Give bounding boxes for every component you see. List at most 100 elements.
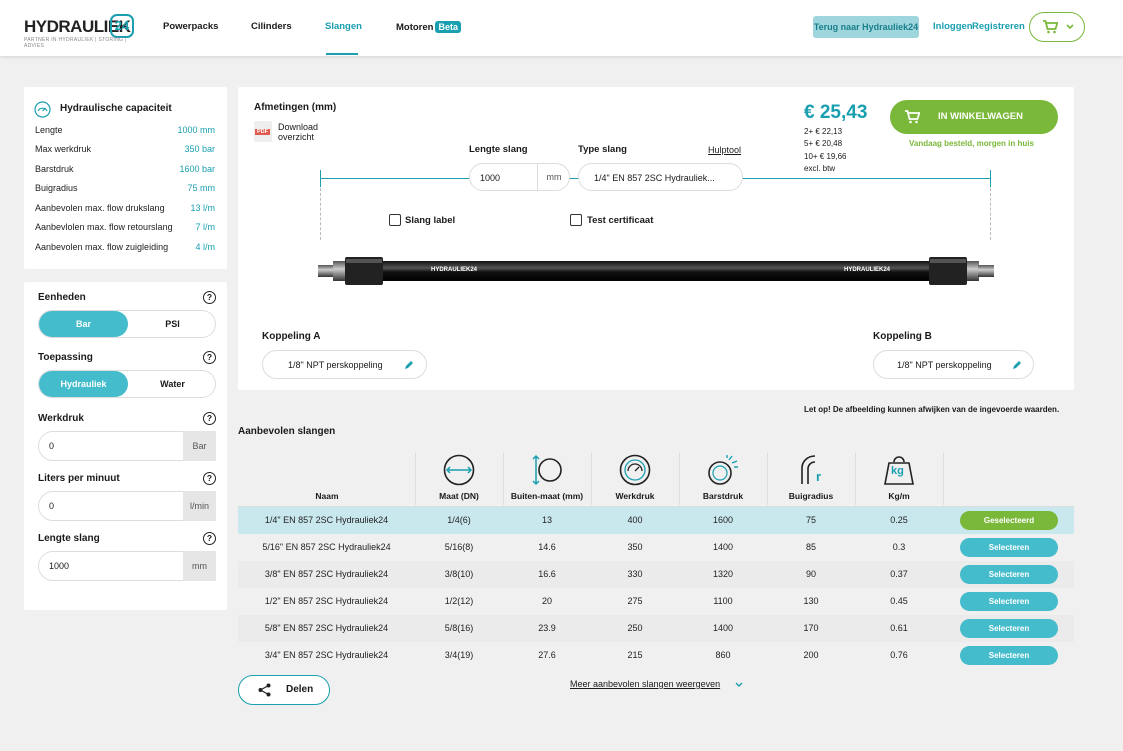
hose-type-label: Type slang: [578, 144, 627, 155]
capacity-row: Aanbevlolen max. flow retourslang 7 l/m: [35, 222, 215, 232]
price-tier: 2+ € 22,13: [804, 127, 843, 136]
nav-powerpacks[interactable]: Powerpacks: [163, 21, 218, 32]
help-icon[interactable]: ?: [203, 291, 216, 304]
disclaimer: Let op! De afbeelding kunnen afwijken va…: [804, 405, 1060, 414]
pressure-gauge-icon: [619, 454, 651, 486]
hose-length-label: Lengte slang: [469, 144, 528, 155]
table-row[interactable]: 1/4" EN 857 2SC Hydrauliek24 1/4(6) 13 4…: [238, 507, 1074, 534]
test-certificate-checkbox[interactable]: [570, 214, 582, 226]
coupling-a-label: Koppeling A: [262, 331, 321, 342]
column-header-outer-size[interactable]: Buiten-maat (mm): [503, 491, 591, 501]
selected-button[interactable]: Geselecteerd: [960, 511, 1058, 530]
cell-size: 3/8(10): [444, 569, 474, 579]
nav-motoren[interactable]: Motoren Beta: [396, 21, 461, 33]
cell-burst-pressure: 1320: [712, 569, 734, 579]
chevron-down-icon: [1066, 24, 1074, 30]
column-header-burst-pressure[interactable]: Barstdruk: [679, 491, 767, 501]
hose-label-checkbox[interactable]: [389, 214, 401, 226]
dimension-guide-left: [320, 188, 321, 240]
share-button[interactable]: Delen: [238, 675, 330, 705]
pencil-icon[interactable]: [404, 360, 414, 370]
register-link[interactable]: Registreren: [972, 21, 1025, 32]
help-icon[interactable]: ?: [203, 412, 216, 425]
flow-input[interactable]: 0 l/min: [38, 491, 216, 521]
cell-weight: 0.3: [892, 542, 906, 552]
hose-image: [318, 257, 994, 285]
length-input[interactable]: 1000 mm: [38, 551, 216, 581]
back-to-site-button[interactable]: Terug naar Hydrauliek24: [813, 16, 919, 38]
coupling-b-select[interactable]: 1/8" NPT perskoppeling: [873, 350, 1034, 379]
units-toggle[interactable]: Bar PSI: [38, 310, 216, 338]
pdf-icon[interactable]: PDF: [254, 121, 272, 142]
pdf-label: PDF: [255, 129, 270, 135]
column-header-name[interactable]: Naam: [283, 491, 371, 501]
cell-working-pressure: 215: [627, 650, 643, 660]
capacity-row: Lengte 1000 mm: [35, 125, 215, 135]
select-button[interactable]: Selecteren: [960, 646, 1058, 665]
table-row[interactable]: 5/16" EN 857 2SC Hydrauliek24 5/16(8) 14…: [238, 534, 1074, 561]
application-toggle[interactable]: Hydrauliek Water: [38, 370, 216, 398]
capacity-value: 1000 mm: [177, 125, 215, 135]
application-option-water[interactable]: Water: [128, 371, 217, 397]
chevron-down-icon[interactable]: [735, 682, 743, 688]
capacity-value: 7 l/m: [195, 222, 215, 232]
table-row[interactable]: 5/8" EN 857 2SC Hydrauliek24 5/8(16) 23.…: [238, 615, 1074, 642]
coupling-a-select[interactable]: 1/8" NPT perskoppeling: [262, 350, 427, 379]
select-button[interactable]: Selecteren: [960, 619, 1058, 638]
logo-badge: 24: [110, 14, 134, 38]
more-recommended-link[interactable]: Meer aanbevolen slangen weergeven: [570, 679, 720, 689]
table-row[interactable]: 3/4" EN 857 2SC Hydrauliek24 3/4(19) 27.…: [238, 642, 1074, 669]
hose-length-input[interactable]: 1000 mm: [469, 163, 570, 191]
column-header-size[interactable]: Maat (DN): [415, 491, 503, 501]
help-icon[interactable]: ?: [203, 532, 216, 545]
help-icon[interactable]: ?: [203, 472, 216, 485]
application-option-hydrauliek[interactable]: Hydrauliek: [39, 371, 128, 397]
cart-button[interactable]: [1029, 12, 1085, 42]
column-header-working-pressure[interactable]: Werkdruk: [591, 491, 679, 501]
cell-bend-radius: 200: [803, 650, 819, 660]
select-button[interactable]: Selecteren: [960, 565, 1058, 584]
coupling-a-value: 1/8" NPT perskoppeling: [288, 360, 383, 370]
price-vat-note: excl. btw: [804, 164, 836, 173]
cell-size: 5/8(16): [444, 623, 474, 633]
hose-type-select[interactable]: 1/4" EN 857 2SC Hydrauliek...: [578, 163, 743, 191]
cell-working-pressure: 250: [627, 623, 643, 633]
logo[interactable]: HYDRAULIEK 24 PARTNER IN HYDRAULIEK | ST…: [24, 14, 136, 49]
login-link[interactable]: Inloggen: [933, 21, 973, 32]
table-row[interactable]: 1/2" EN 857 2SC Hydrauliek24 1/2(12) 20 …: [238, 588, 1074, 615]
nav-slangen[interactable]: Slangen: [325, 21, 362, 32]
dimension-tick-right: [990, 170, 991, 187]
pencil-icon[interactable]: [1012, 360, 1022, 370]
cell-bend-radius: 85: [805, 542, 816, 552]
column-divider: [943, 453, 944, 505]
table-row[interactable]: 3/8" EN 857 2SC Hydrauliek24 3/8(10) 16.…: [238, 561, 1074, 588]
column-header-weight[interactable]: Kg/m: [855, 491, 943, 501]
nav-cilinders[interactable]: Cilinders: [251, 21, 292, 32]
pressure-input[interactable]: 0 Bar: [38, 431, 216, 461]
nav-motoren-label: Motoren: [396, 22, 434, 33]
flow-label: Liters per minuut: [38, 473, 120, 484]
add-to-cart-button[interactable]: IN WINKELWAGEN: [890, 100, 1058, 134]
cell-outer-size: 23.9: [538, 623, 556, 633]
help-icon[interactable]: ?: [203, 351, 216, 364]
select-button[interactable]: Selecteren: [960, 592, 1058, 611]
cell-outer-size: 16.6: [538, 569, 556, 579]
cell-outer-size: 14.6: [538, 542, 556, 552]
capacity-label: Buigradius: [35, 183, 78, 193]
help-tool-link[interactable]: Hulptool: [708, 145, 741, 155]
cell-outer-size: 13: [541, 515, 552, 525]
hose-length-value: 1000: [480, 173, 501, 183]
flow-value: 0: [49, 501, 55, 511]
select-button[interactable]: Selecteren: [960, 538, 1058, 557]
hose-print-left: HYDRAULIEK24: [431, 267, 478, 273]
capacity-value: 350 bar: [184, 144, 215, 154]
capacity-row: Barstdruk 1600 bar: [35, 164, 215, 174]
units-option-bar[interactable]: Bar: [39, 311, 128, 337]
column-header-bend-radius[interactable]: Buigradius: [767, 491, 855, 501]
hose-type-value: 1/4" EN 857 2SC Hydrauliek...: [594, 173, 715, 183]
cell-name: 5/8" EN 857 2SC Hydrauliek24: [264, 623, 389, 633]
cell-burst-pressure: 860: [715, 650, 731, 660]
units-option-psi[interactable]: PSI: [128, 311, 217, 337]
download-overview-link[interactable]: Download overzicht: [278, 122, 318, 142]
capacity-label: Aanbevolen max. flow drukslang: [35, 203, 165, 213]
